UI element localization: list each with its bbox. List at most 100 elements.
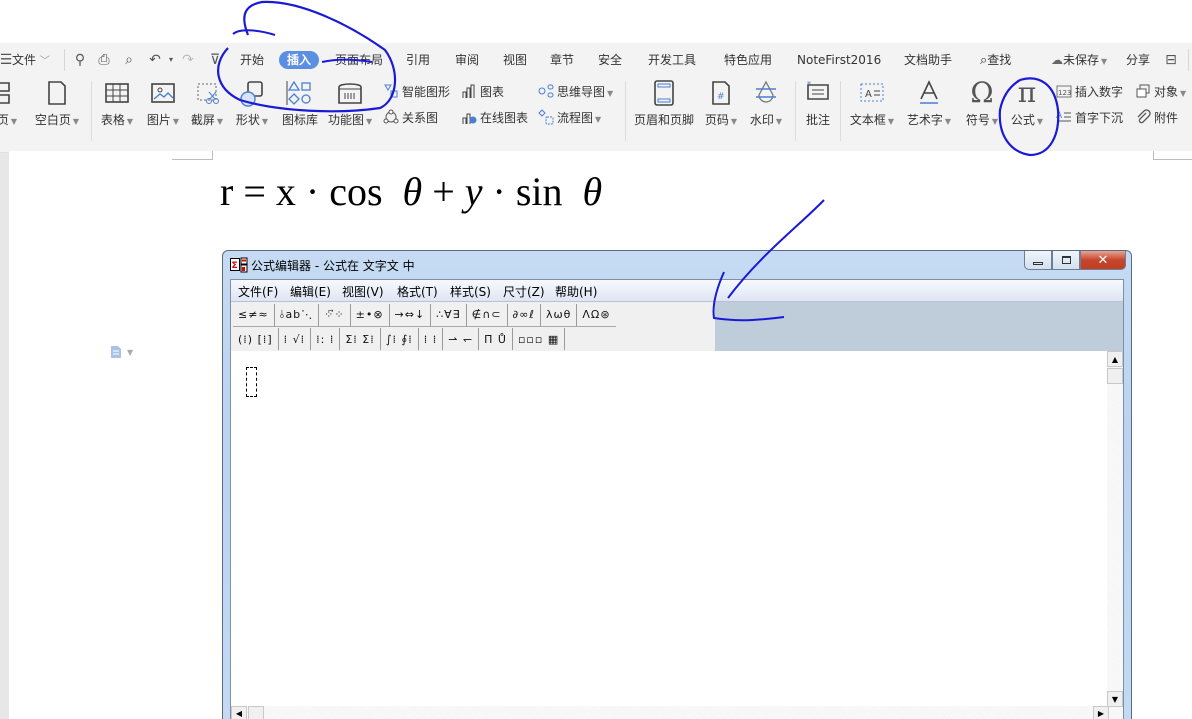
unsaved-label: 未保存: [1063, 53, 1100, 67]
tab-chapter[interactable]: 章节: [550, 51, 574, 69]
paragraph-layout-icon[interactable]: [109, 345, 123, 359]
page-number-button[interactable]: # 页码 ▼: [703, 79, 739, 128]
ribbon-tab-bar: ☰ 文件 ﹀ ⚲ ⎙ ⌕ ↶ ▾ ↷ ⊽ 开始 插入 页面布局 引用 审阅 视图…: [0, 43, 1192, 75]
smartart-button[interactable]: 智能图形: [383, 83, 450, 101]
greek-lowercase-button[interactable]: λωθ: [541, 303, 578, 326]
comment-button[interactable]: * 批注: [803, 79, 833, 128]
tab-review[interactable]: 审阅: [455, 51, 479, 69]
menu-help[interactable]: 帮助(H): [555, 283, 597, 300]
screenshot-button[interactable]: 截屏 ▼: [189, 79, 225, 128]
tab-notefirst[interactable]: NoteFirst2016: [797, 51, 881, 69]
flowchart-button[interactable]: 流程图 ▼: [538, 109, 601, 127]
attachment-button[interactable]: 附件: [1135, 109, 1178, 127]
share-button[interactable]: 分享: [1126, 51, 1150, 69]
header-footer-button[interactable]: 页眉和页脚: [633, 79, 695, 128]
icon-library-button[interactable]: 图标库: [280, 79, 320, 128]
comment-icon: *: [807, 80, 829, 100]
tab-references[interactable]: 引用: [406, 51, 430, 69]
formula-button[interactable]: π 公式 ▼: [1009, 79, 1045, 128]
print-preview-icon[interactable]: ⌕: [121, 52, 137, 68]
function-chart-button[interactable]: 功能图 ▼: [328, 79, 372, 128]
maximize-button[interactable]: [1052, 251, 1080, 270]
blank-page-button[interactable]: 空白页 ▼: [34, 79, 80, 128]
menu-view[interactable]: 视图(V): [342, 283, 384, 300]
file-menu[interactable]: 文件 ﹀: [12, 51, 50, 69]
vertical-scrollbar[interactable]: ▲ ▼: [1107, 351, 1123, 719]
formula-label: 公式 ▼: [1010, 113, 1044, 127]
menu-style[interactable]: 样式(S): [450, 283, 491, 300]
tab-security[interactable]: 安全: [598, 51, 622, 69]
table-label: 表格 ▼: [100, 113, 134, 127]
unsaved-button[interactable]: ☁未保存 ▼: [1051, 51, 1107, 69]
menu-edit[interactable]: 编辑(E): [290, 283, 331, 300]
shapes-button[interactable]: 形状 ▼: [234, 79, 270, 128]
labeled-arrow-templates-button[interactable]: ⇀ ↽: [443, 328, 480, 350]
scroll-left-button[interactable]: ◀: [231, 706, 247, 719]
scroll-right-button[interactable]: ▶: [1093, 706, 1109, 719]
tab-start[interactable]: 开始: [240, 51, 264, 69]
scroll-down-button[interactable]: ▼: [1107, 691, 1123, 707]
greek-uppercase-button[interactable]: ΛΩ⊛: [577, 304, 615, 326]
print-icon[interactable]: ⎙: [96, 52, 112, 68]
undo-icon[interactable]: ↶: [147, 52, 163, 68]
products-set-templates-button[interactable]: Π̄ Ů: [479, 328, 513, 350]
scroll-up-button[interactable]: ▲: [1107, 351, 1123, 367]
minimize-button[interactable]: [1024, 251, 1052, 270]
arrow-symbols-button[interactable]: →⇔↓: [390, 303, 432, 326]
insert-number-button[interactable]: 123 插入数字: [1056, 83, 1123, 101]
mindmap-button[interactable]: 思维导图 ▼: [538, 83, 613, 101]
matrix-templates-button[interactable]: ▫▫▫ ▦: [513, 328, 566, 350]
spaces-ellipses-button[interactable]: ⫰ab⋱: [275, 303, 320, 326]
divider: [840, 81, 841, 141]
fence-templates-button[interactable]: (⁞) [⁞]: [233, 328, 279, 350]
tab-special-apps[interactable]: 特色应用: [724, 51, 772, 69]
undo-dropdown-icon[interactable]: ▾: [163, 52, 179, 68]
tab-developer[interactable]: 开发工具: [648, 51, 696, 69]
menu-size[interactable]: 尺寸(Z): [503, 283, 545, 300]
close-button[interactable]: ✕: [1080, 251, 1126, 270]
logical-symbols-button[interactable]: ∴∀∃: [431, 303, 467, 326]
tab-insert[interactable]: 插入: [279, 51, 320, 69]
symbol-button[interactable]: Ω 符号 ▼: [964, 79, 1000, 128]
online-chart-button[interactable]: 在线图表: [461, 109, 528, 127]
format-painter-icon[interactable]: ⚲: [72, 52, 88, 68]
symbol-palette-row: ≤≠≈ ⫰ab⋱ ⁘⃗⁘ ±•⊗ →⇔↓ ∴∀∃ ∉∩⊂ ∂∞ℓ λωθ ΛΩ⊛: [233, 303, 616, 327]
table-button[interactable]: 表格 ▼: [99, 79, 135, 128]
scroll-thumb-horizontal[interactable]: [248, 706, 264, 719]
integral-templates-button[interactable]: ∫⁞ ∮⁞: [381, 328, 419, 350]
cloud-icon: ☁: [1051, 53, 1063, 67]
overbar-underbar-templates-button[interactable]: ⁞ ⁞: [419, 328, 444, 350]
summation-templates-button[interactable]: Σ⁞ Σ⁞: [340, 328, 381, 350]
tab-page-layout[interactable]: 页面布局: [335, 51, 383, 69]
page-break-button[interactable]: 页 ▼: [0, 79, 22, 128]
caret-down-icon[interactable]: ▼: [127, 348, 133, 357]
search-button[interactable]: ⌕查找: [980, 51, 1011, 69]
object-button[interactable]: 对象 ▼: [1135, 83, 1186, 101]
drop-cap-button[interactable]: A 首字下沉: [1056, 109, 1123, 127]
misc-symbols-button[interactable]: ∂∞ℓ: [508, 303, 541, 326]
picture-button[interactable]: 图片 ▼: [145, 79, 181, 128]
fraction-radical-templates-button[interactable]: ⁞ √⁞: [279, 328, 312, 350]
equation-edit-area[interactable]: [231, 351, 1109, 719]
customize-icon[interactable]: ⊽: [207, 52, 223, 68]
menu-file[interactable]: 文件(F): [238, 283, 278, 300]
redo-icon[interactable]: ↷: [180, 52, 196, 68]
relational-symbols-button[interactable]: ≤≠≈: [233, 303, 275, 326]
horizontal-scrollbar[interactable]: ◀ ▶: [231, 706, 1109, 719]
subscript-superscript-templates-button[interactable]: ⁞: ⁞: [311, 328, 341, 350]
textbox-button[interactable]: A 文本框 ▼: [848, 79, 896, 128]
scroll-thumb[interactable]: [1107, 368, 1123, 384]
set-theory-symbols-button[interactable]: ∉∩⊂: [467, 303, 508, 326]
relation-chart-button[interactable]: 关系图: [383, 109, 438, 127]
menu-format[interactable]: 格式(T): [397, 283, 438, 300]
collapse-ribbon-icon[interactable]: ⊟: [1163, 52, 1179, 68]
operator-symbols-button[interactable]: ±•⊗: [351, 303, 390, 326]
tab-doc-assistant[interactable]: 文档助手: [904, 51, 952, 69]
tab-view[interactable]: 视图: [503, 51, 527, 69]
embellishments-button[interactable]: ⁘⃗⁘: [319, 303, 351, 326]
empty-input-slot[interactable]: [246, 367, 257, 397]
watermark-button[interactable]: 水印 ▼: [748, 79, 784, 128]
wordart-button[interactable]: 艺术字 ▼: [905, 79, 953, 128]
chart-button[interactable]: 图表: [461, 83, 504, 101]
document-equation[interactable]: r = x · cos θ + y · sin θ: [220, 168, 602, 215]
